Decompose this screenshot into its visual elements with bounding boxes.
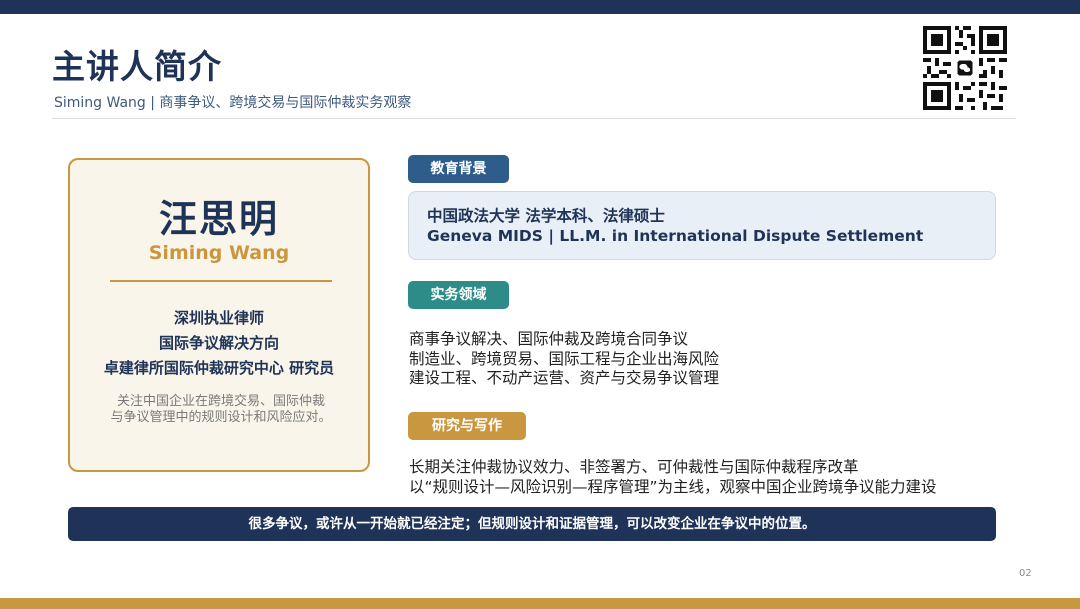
profile-divider xyxy=(110,280,332,282)
page-title: 主讲人简介 xyxy=(52,47,222,86)
practice-line: 商事争议解决、国际仲裁及跨境合同争议 xyxy=(409,330,689,348)
header-divider xyxy=(52,118,1016,119)
speaker-profile-card: 汪思明 Siming Wang 深圳执业律师 国际争议解决方向 卓建律所国际仲裁… xyxy=(68,158,370,472)
speaker-role: 国际争议解决方向 xyxy=(158,334,279,352)
practice-line: 建设工程、不动产运营、资产与交易争议管理 xyxy=(409,369,720,387)
practice-areas: 商事争议解决、国际仲裁及跨境合同争议 制造业、跨境贸易、国际工程与企业出海风险 … xyxy=(409,330,719,389)
speaker-role: 卓建律所国际仲裁研究中心 研究员 xyxy=(103,359,335,377)
research-line: 以“规则设计—风险识别—程序管理”为主线，观察中国企业跨境争议能力建设 xyxy=(409,477,937,496)
page-number: 02 xyxy=(1019,568,1032,579)
wechat-qr-code-icon xyxy=(923,26,1007,110)
research-section-tag: 研究与写作 xyxy=(408,412,526,440)
research-topics: 长期关注仲裁协议效力、非签署方、可仲裁性与国际仲裁程序改革 以“规则设计—风险识… xyxy=(409,458,937,497)
bottom-accent-bar xyxy=(0,598,1080,609)
speaker-description: 关注中国企业在跨境交易、国际仲裁 与争议管理中的规则设计和风险应对。 xyxy=(94,394,348,426)
speaker-roles: 深圳执业律师 国际争议解决方向 卓建律所国际仲裁研究中心 研究员 xyxy=(70,306,368,381)
speaker-role: 深圳执业律师 xyxy=(173,309,264,327)
description-line: 与争议管理中的规则设计和风险应对。 xyxy=(110,410,332,425)
speaker-name-english: Siming Wang xyxy=(148,242,290,264)
quote-banner: 很多争议，或许从一开始就已经注定；但规则设计和证据管理，可以改变企业在争议中的位… xyxy=(68,507,996,541)
education-box: 中国政法大学 法学本科、法律硕士 Geneva MIDS | LL.M. in … xyxy=(408,191,996,260)
research-line: 长期关注仲裁协议效力、非签署方、可仲裁性与国际仲裁程序改革 xyxy=(409,458,859,476)
practice-line: 制造业、跨境贸易、国际工程与企业出海风险 xyxy=(409,349,720,368)
speaker-name-chinese: 汪思明 xyxy=(158,197,279,241)
description-line: 关注中国企业在跨境交易、国际仲裁 xyxy=(116,394,325,409)
education-section-tag: 教育背景 xyxy=(408,155,509,183)
practice-section-tag: 实务领域 xyxy=(408,281,509,309)
page-subtitle: Siming Wang | 商事争议、跨境交易与国际仲裁实务观察 xyxy=(54,95,412,111)
education-line: Geneva MIDS | LL.M. in International Dis… xyxy=(427,227,924,245)
education-line: 中国政法大学 法学本科、法律硕士 xyxy=(427,207,665,225)
top-accent-bar xyxy=(0,0,1080,14)
